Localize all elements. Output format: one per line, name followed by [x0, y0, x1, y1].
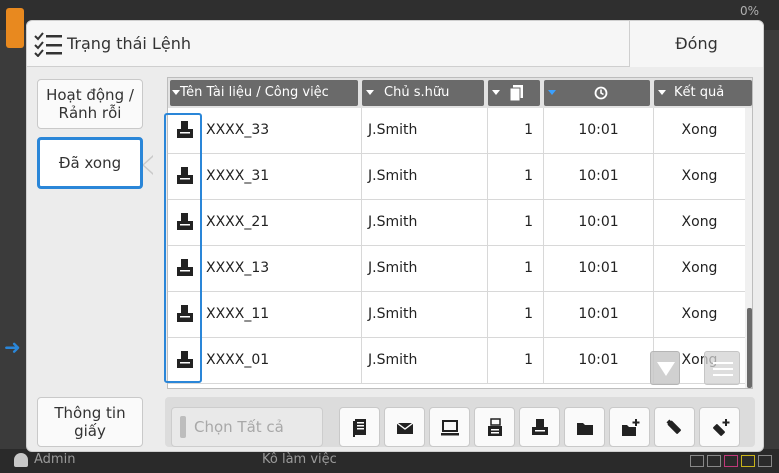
user-icon — [14, 452, 28, 467]
cell-owner: J.Smith — [362, 338, 488, 383]
select-all-button[interactable]: Chọn Tất cả — [171, 407, 323, 447]
triangle-down-icon — [657, 362, 675, 376]
cell-owner: J.Smith — [362, 154, 488, 199]
cell-result: Xong — [681, 122, 718, 138]
fax-icon — [488, 418, 502, 436]
usb-icon — [666, 419, 681, 434]
cell-result: Xong — [681, 306, 718, 322]
select-all-label: Chọn Tất cả — [194, 418, 284, 436]
list-menu-button[interactable] — [704, 351, 740, 385]
ink-levels — [690, 455, 772, 467]
folder-icon — [577, 423, 593, 435]
cell-owner: J.Smith — [362, 292, 488, 337]
user-name: Admin — [34, 452, 76, 467]
pc-button[interactable] — [429, 407, 470, 447]
job-table: Tên Tài liệu / Công việc Chủ s.hữu Kết q… — [167, 77, 753, 389]
table-row[interactable]: XXXX_21 J.Smith 1 10:01 Xong — [168, 200, 752, 246]
cell-time: 10:01 — [544, 108, 654, 153]
cell-result: Xong — [681, 168, 718, 184]
checklist-icon — [34, 32, 62, 57]
mail-icon — [396, 422, 414, 434]
table-row[interactable]: XXXX_13 J.Smith 1 10:01 Xong — [168, 246, 752, 292]
cell-name: XXXX_11 — [204, 292, 362, 337]
ink-y — [741, 455, 755, 467]
background-arrow-icon: ➜ — [4, 335, 21, 359]
tab-paper-info-label: Thông tin giấy — [54, 404, 126, 440]
cell-copies: 1 — [488, 200, 544, 245]
folder-plus-icon — [622, 419, 640, 436]
close-button[interactable]: Đóng — [629, 21, 763, 67]
tab-active-idle-label: Hoạt động / Rảnh rỗi — [46, 86, 134, 122]
background-footer: Admin Kô làm việc — [0, 449, 779, 473]
folder-add-button[interactable] — [609, 407, 650, 447]
selection-checkbox-column — [164, 113, 202, 383]
job-status-dialog: Trạng thái Lệnh Đóng Hoạt động / Rảnh rỗ… — [26, 20, 764, 452]
table-row[interactable]: XXXX_11 J.Smith 1 10:01 Xong — [168, 292, 752, 338]
cell-name: XXXX_21 — [204, 200, 362, 245]
device-mode: Kô làm việc — [262, 452, 337, 467]
ink-g — [758, 455, 772, 467]
fax-button[interactable] — [474, 407, 515, 447]
cell-result: Xong — [681, 260, 718, 276]
copy-icon — [353, 419, 366, 437]
column-owner[interactable]: Chủ s.hữu — [362, 80, 484, 106]
column-time[interactable] — [544, 80, 650, 106]
column-result[interactable]: Kết quả — [654, 80, 752, 106]
table-header: Tên Tài liệu / Công việc Chủ s.hữu Kết q… — [168, 78, 752, 108]
column-name[interactable]: Tên Tài liệu / Công việc — [170, 80, 358, 106]
cell-owner: J.Smith — [362, 200, 488, 245]
column-copies[interactable] — [488, 80, 540, 106]
copies-icon — [509, 84, 524, 101]
cell-time: 10:01 — [544, 200, 654, 245]
background-accent-block — [6, 8, 24, 48]
tab-done[interactable]: Đã xong — [37, 137, 143, 189]
background-percent: 0% — [739, 4, 759, 18]
tab-pointer-inner — [144, 157, 153, 173]
table-row[interactable]: XXXX_33 J.Smith 1 10:01 Xong — [168, 108, 752, 154]
cell-name: XXXX_33 — [204, 108, 362, 153]
cell-name: XXXX_31 — [204, 154, 362, 199]
cell-time: 10:01 — [544, 338, 654, 383]
computer-icon — [441, 420, 459, 436]
cell-name: XXXX_13 — [204, 246, 362, 291]
cell-copies: 1 — [488, 246, 544, 291]
cell-copies: 1 — [488, 338, 544, 383]
tab-active-idle[interactable]: Hoạt động / Rảnh rỗi — [37, 79, 143, 129]
usb-add-button[interactable] — [699, 407, 740, 447]
ink-c — [707, 455, 721, 467]
menu-icon-line — [713, 362, 733, 364]
cell-result: Xong — [681, 214, 718, 230]
tab-done-label: Đã xong — [58, 154, 122, 172]
usb-button[interactable] — [654, 407, 695, 447]
cell-copies: 1 — [488, 108, 544, 153]
scrollbar-thumb[interactable] — [747, 308, 752, 388]
menu-icon-line — [713, 374, 733, 376]
email-button[interactable] — [384, 407, 425, 447]
clock-icon — [594, 86, 608, 99]
menu-icon-line — [713, 368, 733, 370]
print-icon — [532, 419, 548, 435]
copy-button[interactable] — [339, 407, 380, 447]
table-row[interactable]: XXXX_31 J.Smith 1 10:01 Xong — [168, 154, 752, 200]
folder-button[interactable] — [564, 407, 605, 447]
tab-paper-info[interactable]: Thông tin giấy — [37, 397, 143, 447]
cell-copies: 1 — [488, 292, 544, 337]
cell-name: XXXX_01 — [204, 338, 362, 383]
dialog-header: Trạng thái Lệnh Đóng — [27, 21, 763, 67]
scroll-down-button[interactable] — [650, 351, 680, 385]
cell-time: 10:01 — [544, 154, 654, 199]
user-indicator: Admin — [14, 452, 75, 467]
cell-owner: J.Smith — [362, 108, 488, 153]
cell-copies: 1 — [488, 154, 544, 199]
usb-plus-icon — [713, 419, 730, 436]
ink-k — [690, 455, 704, 467]
cell-time: 10:01 — [544, 292, 654, 337]
print-button[interactable] — [519, 407, 560, 447]
ink-m — [724, 455, 738, 467]
select-all-icon — [180, 416, 186, 438]
dialog-title: Trạng thái Lệnh — [67, 34, 191, 53]
cell-owner: J.Smith — [362, 246, 488, 291]
cell-time: 10:01 — [544, 246, 654, 291]
